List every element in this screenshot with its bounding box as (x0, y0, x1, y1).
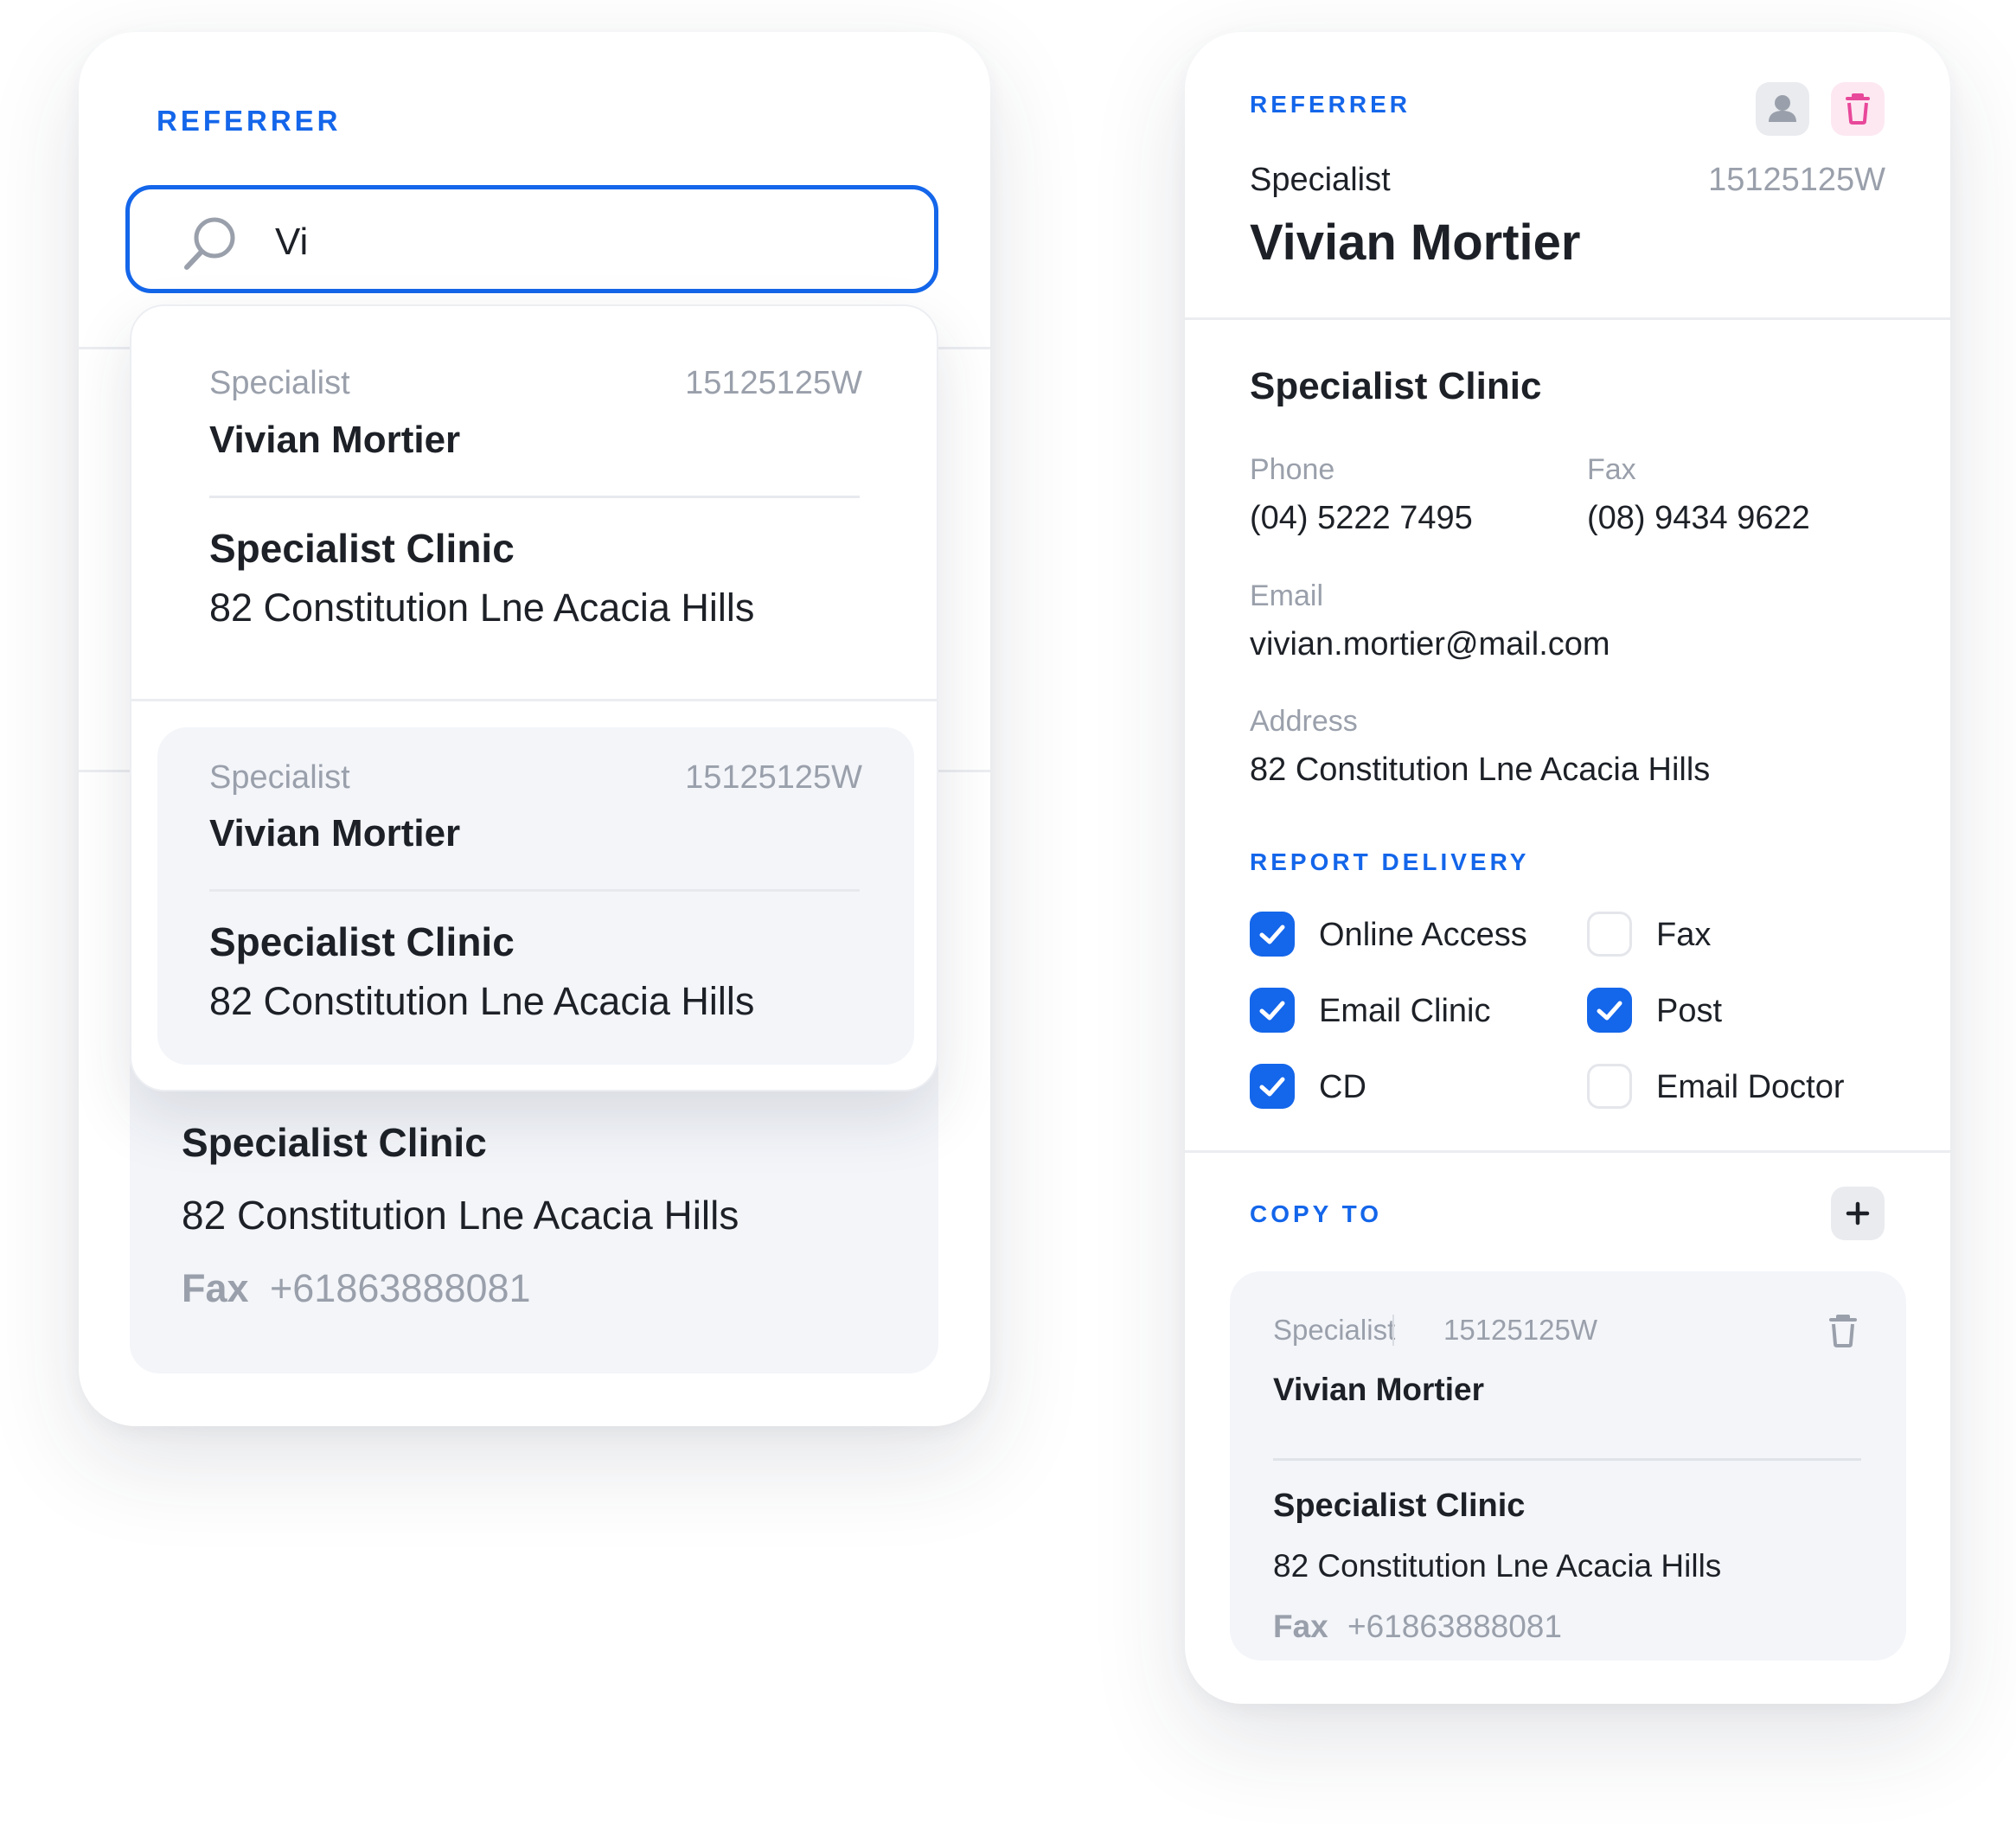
checkbox-label: Post (1656, 993, 1723, 1029)
check-icon (1259, 1077, 1285, 1097)
fax-label: Fax (1587, 453, 1636, 486)
checkbox[interactable] (1587, 988, 1632, 1033)
trash-icon (1846, 93, 1870, 125)
checkbox[interactable] (1587, 1064, 1632, 1109)
checkbox-label: Email Clinic (1319, 993, 1491, 1029)
referrer-type: Specialist (1250, 162, 1391, 198)
copy-provider-id: 15125125W (1443, 1314, 1597, 1346)
phone-label: Phone (1250, 453, 1335, 486)
copy-to-entry[interactable]: Specialist 15125125W Vivian Mortier Spec… (1230, 1271, 1906, 1661)
fax-value: (08) 9434 9622 (1587, 500, 1810, 536)
copy-divider (1273, 1458, 1861, 1461)
address-value: 82 Constitution Lne Acacia Hills (1250, 752, 1711, 788)
copy-name: Vivian Mortier (1273, 1372, 1485, 1407)
result-divider (209, 889, 860, 892)
result-name: Vivian Mortier (209, 419, 461, 461)
checkbox-label: Email Doctor (1656, 1069, 1845, 1105)
result-address: 82 Constitution Lne Acacia Hills (209, 979, 755, 1023)
checkbox[interactable] (1250, 912, 1295, 957)
divider (1185, 317, 1950, 320)
add-copy-to-button[interactable] (1831, 1187, 1885, 1240)
copy-fax-label: Fax (1273, 1609, 1328, 1644)
referrer-section-label: REFERRER (1250, 91, 1411, 118)
report-delivery-label: REPORT DELIVERY (1250, 848, 1530, 875)
checkbox[interactable] (1250, 1064, 1295, 1109)
copy-type: Specialist (1273, 1314, 1396, 1346)
search-result-item-highlighted[interactable]: Specialist 15125125W Vivian Mortier Spec… (157, 727, 914, 1065)
separator (1392, 1315, 1394, 1346)
copy-fax-value: +61863888081 (1347, 1609, 1562, 1644)
copy-address: 82 Constitution Lne Acacia Hills (1273, 1548, 1722, 1584)
trash-icon[interactable] (1823, 1311, 1863, 1351)
check-icon (1597, 1001, 1622, 1021)
clinic-name: Specialist Clinic (1250, 365, 1542, 407)
email-value: vivian.mortier@mail.com (1250, 626, 1610, 662)
result-provider-id: 15125125W (685, 365, 862, 401)
fax-value: +61863888081 (270, 1266, 531, 1310)
search-icon (184, 217, 235, 270)
referrer-search-input[interactable]: Vi (125, 185, 938, 293)
divider (1185, 1150, 1950, 1153)
checkbox[interactable] (1587, 912, 1632, 957)
result-provider-id: 15125125W (685, 759, 862, 796)
profile-button[interactable] (1756, 82, 1809, 136)
result-type: Specialist (209, 365, 350, 401)
result-clinic: Specialist Clinic (209, 526, 515, 571)
fax-label: Fax (182, 1266, 249, 1310)
email-label: Email (1250, 579, 1324, 612)
check-icon (1259, 925, 1285, 944)
referrer-section-label: REFERRER (157, 105, 342, 137)
clinic-name: Specialist Clinic (182, 1120, 487, 1165)
plus-icon (1846, 1201, 1870, 1226)
clinic-address: 82 Constitution Lne Acacia Hills (182, 1193, 739, 1238)
checkbox-label: CD (1319, 1069, 1366, 1105)
search-result-item[interactable]: Specialist 15125125W Vivian Mortier Spec… (131, 306, 937, 700)
delete-referrer-button[interactable] (1831, 82, 1885, 136)
check-icon (1259, 1001, 1285, 1021)
search-results-dropdown: Specialist 15125125W Vivian Mortier Spec… (130, 304, 938, 1091)
copy-to-label: COPY TO (1250, 1200, 1383, 1227)
result-address: 82 Constitution Lne Acacia Hills (209, 586, 755, 630)
referrer-search-card: REFERRER Specialist Clinic 82 Constituti… (79, 32, 990, 1426)
result-name: Vivian Mortier (209, 812, 461, 854)
search-input-value[interactable]: Vi (275, 221, 308, 264)
referrer-provider-id: 15125125W (1708, 162, 1885, 198)
result-type: Specialist (209, 759, 350, 796)
result-divider (131, 699, 937, 701)
referrer-name: Vivian Mortier (1250, 214, 1581, 271)
checkbox[interactable] (1250, 988, 1295, 1033)
phone-value: (04) 5222 7495 (1250, 500, 1473, 536)
copy-clinic: Specialist Clinic (1273, 1488, 1526, 1524)
address-label: Address (1250, 705, 1358, 738)
checkbox-label: Fax (1656, 917, 1712, 953)
referrer-detail-card: REFERRER Specialist 15125125W Vivian Mor… (1185, 32, 1950, 1704)
checkbox-label: Online Access (1319, 917, 1527, 953)
result-clinic: Specialist Clinic (209, 919, 515, 964)
result-divider (209, 496, 860, 498)
user-icon (1769, 95, 1796, 122)
